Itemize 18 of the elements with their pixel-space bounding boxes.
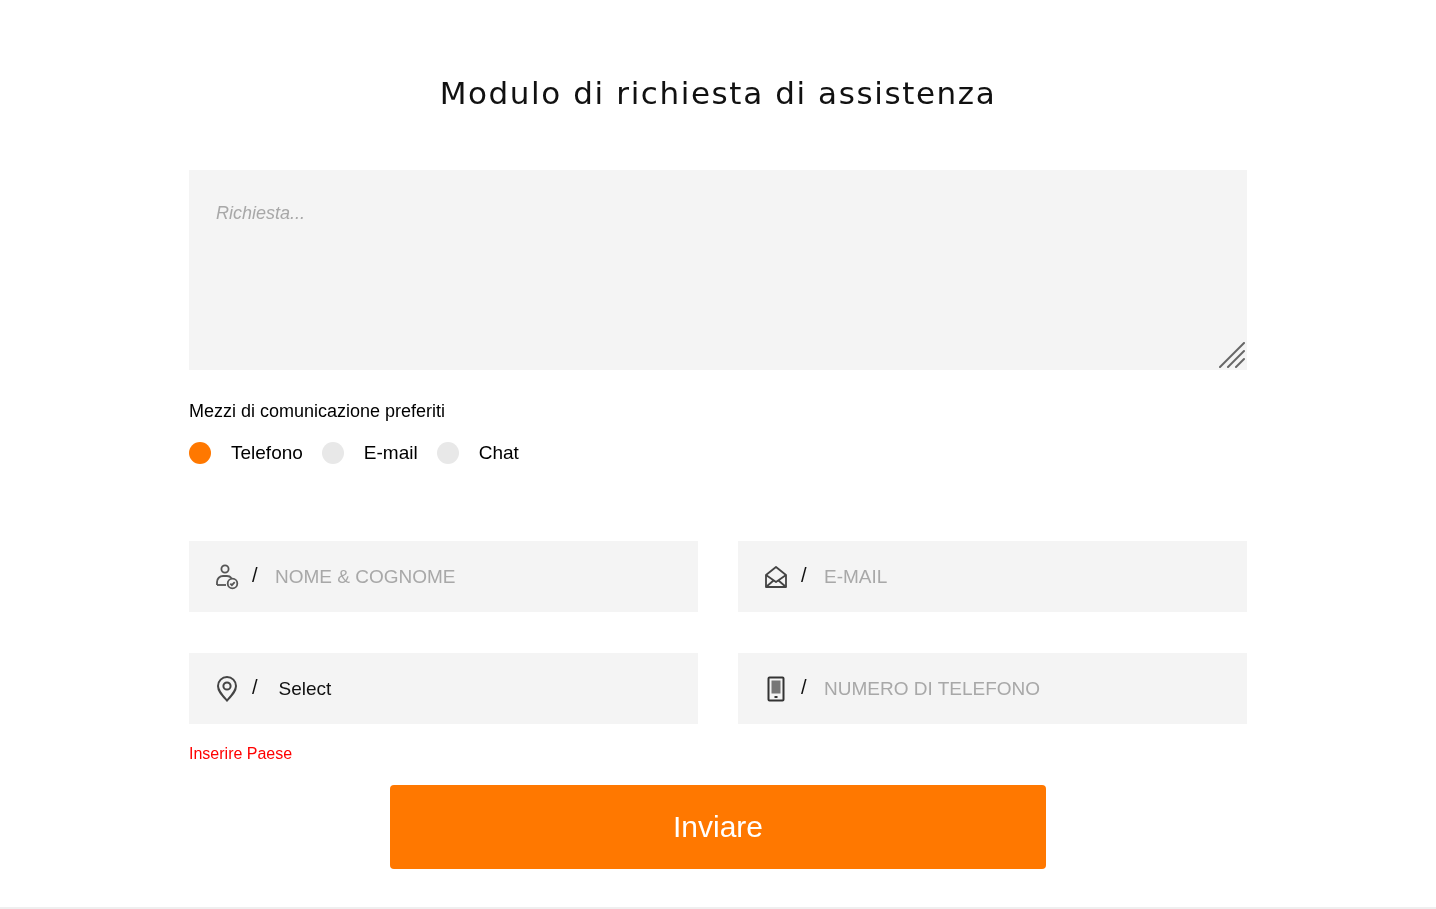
radio-label[interactable]: E-mail xyxy=(363,441,418,465)
separator-slash: / xyxy=(252,674,258,699)
separator-slash: / xyxy=(801,674,807,699)
radio-label[interactable]: Chat xyxy=(478,441,519,465)
error-message: Inserire Paese xyxy=(189,744,294,764)
smartphone-icon xyxy=(766,675,785,702)
separator-slash: / xyxy=(801,562,807,587)
location-pin-icon xyxy=(215,675,238,702)
resize-grip-icon[interactable] xyxy=(1219,342,1245,368)
request-textarea[interactable]: Richiesta... xyxy=(189,170,1247,370)
contact-methods-label: Mezzi di comunicazione preferiti xyxy=(189,400,447,423)
user-check-icon xyxy=(214,563,239,590)
radio-label[interactable]: Telefono xyxy=(231,441,303,465)
form-title: Modulo di richiesta di assistenza xyxy=(439,74,997,112)
radio-button[interactable] xyxy=(189,442,211,464)
separator-slash: / xyxy=(252,562,258,587)
envelope-icon xyxy=(763,564,788,589)
country-select[interactable]: / Select xyxy=(189,653,698,724)
